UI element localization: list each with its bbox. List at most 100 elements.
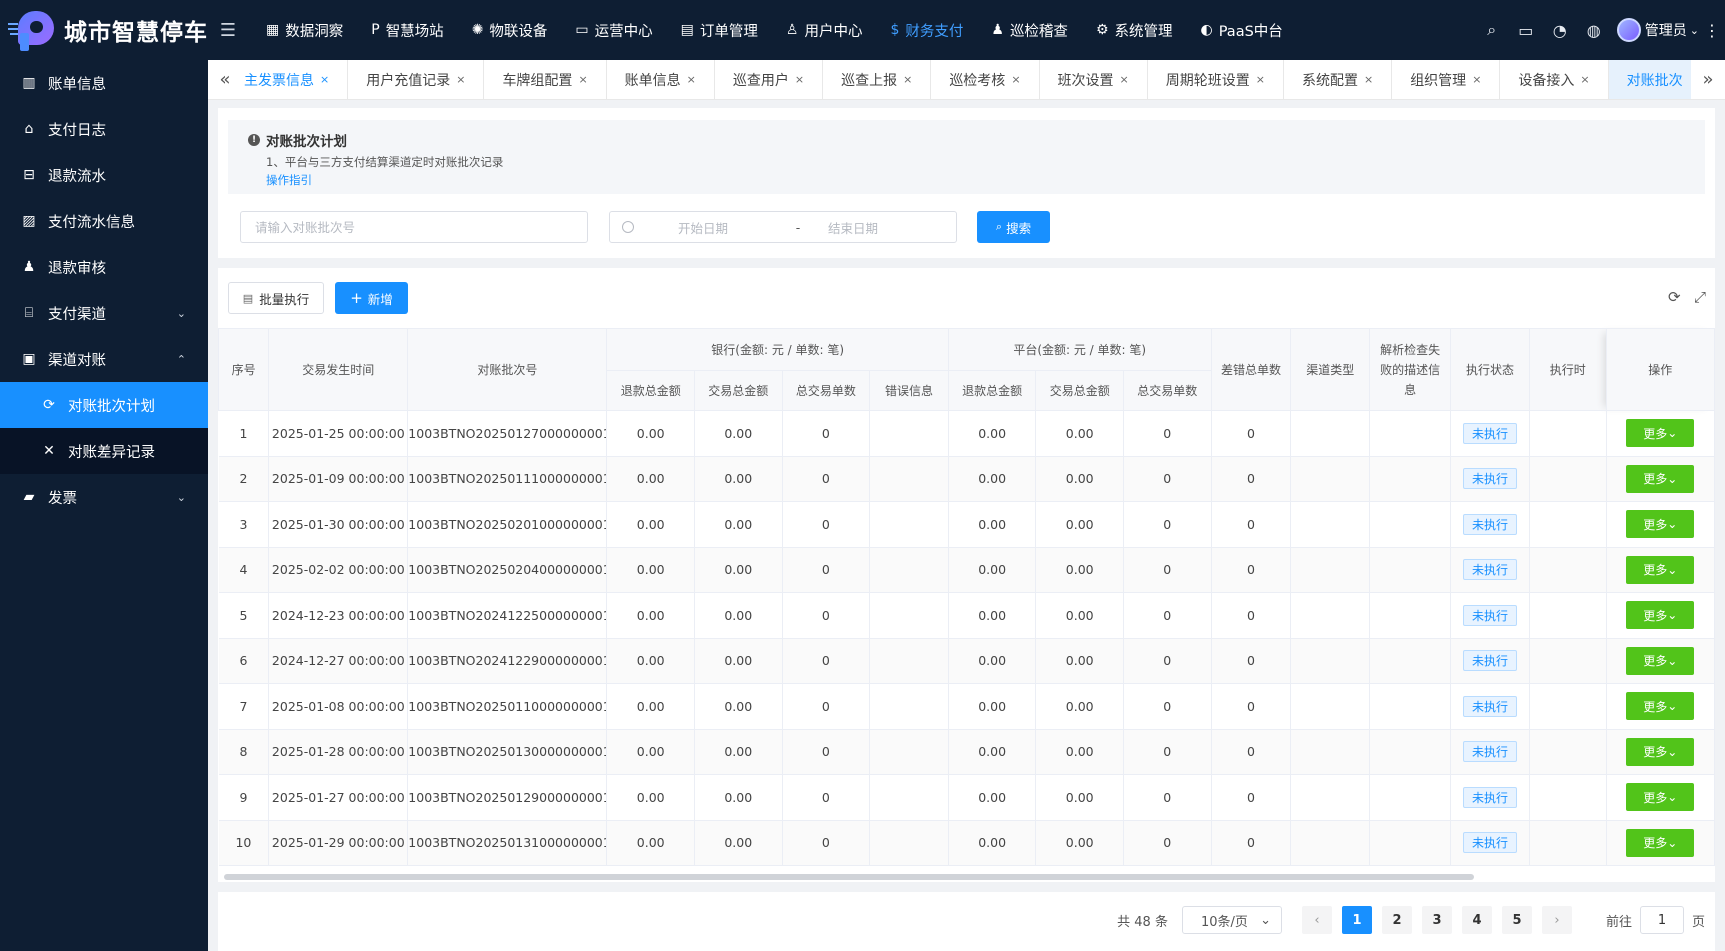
start-date-field[interactable]: 开始日期 — [678, 218, 778, 237]
sidebar-item[interactable]: ⌸ 支付渠道 ⌄ — [0, 290, 208, 336]
end-date-field[interactable]: 结束日期 — [828, 218, 928, 237]
top-nav-item[interactable]: ♟ 巡检稽查 — [977, 0, 1082, 60]
sidebar-subitem[interactable]: ✕ 对账差异记录 — [0, 428, 208, 474]
search-button[interactable]: ⌕ 搜索 — [977, 211, 1050, 243]
sidebar-item[interactable]: ♟ 退款审核 — [0, 244, 208, 290]
prev-page-button[interactable]: ‹ — [1301, 906, 1332, 934]
more-button[interactable]: 更多 ⌄ — [1626, 555, 1695, 584]
tab-item[interactable]: 用户充值记录 × — [348, 60, 485, 99]
close-icon[interactable]: × — [1580, 73, 1589, 86]
cell-op: 更多 ⌄ — [1606, 820, 1715, 866]
more-button[interactable]: 更多 ⌄ — [1626, 737, 1695, 766]
page-button[interactable]: 2 — [1381, 906, 1412, 934]
tab-item[interactable]: 对账批次 — [1608, 60, 1691, 99]
close-icon[interactable]: × — [456, 73, 465, 86]
close-icon[interactable]: × — [1364, 73, 1373, 86]
guide-link[interactable]: 操作指引 — [248, 172, 1685, 188]
message-icon[interactable]: ▭ — [1509, 21, 1543, 40]
menu-toggle-icon[interactable]: ☰ — [208, 20, 248, 41]
sidebar-item-invoice[interactable]: ▰ 发票 ⌄ — [0, 474, 208, 520]
top-nav-item[interactable]: ◐ PaaS中台 — [1187, 0, 1297, 60]
top-nav-item[interactable]: ♙ 用户中心 — [772, 0, 877, 60]
horizontal-scrollbar[interactable] — [224, 874, 1474, 880]
user-name[interactable]: 管理员 — [1645, 20, 1687, 40]
close-icon[interactable]: × — [1472, 73, 1481, 86]
more-button[interactable]: 更多 ⌄ — [1626, 419, 1695, 448]
globe-icon[interactable]: ◍ — [1577, 21, 1611, 40]
sidebar-item[interactable]: ▣ 渠道对账 ⌃ — [0, 336, 208, 382]
top-nav-item[interactable]: ▭ 运营中心 — [561, 0, 666, 60]
tab-item[interactable]: 班次设置 × — [1040, 60, 1148, 99]
sidebar-item-icon: ▨ — [22, 213, 36, 229]
more-button[interactable]: 更多 ⌄ — [1626, 783, 1695, 812]
cell-batch: 1003BTNO20250131000000001 — [407, 820, 608, 866]
close-icon[interactable]: × — [1256, 73, 1265, 86]
tab-item[interactable]: 车牌组配置 × — [484, 60, 607, 99]
more-button[interactable]: 更多 ⌄ — [1626, 692, 1695, 721]
refresh-icon[interactable]: ⟳ — [1668, 288, 1681, 306]
top-nav-item[interactable]: ▤ 订单管理 — [667, 0, 772, 60]
tab-item[interactable]: 设备接入 × — [1500, 60, 1609, 99]
avatar[interactable] — [1616, 18, 1641, 42]
add-button[interactable]: + 新增 — [335, 282, 408, 314]
top-nav-item[interactable]: ▦ 数据洞察 — [252, 0, 357, 60]
more-button[interactable]: 更多 ⌄ — [1626, 646, 1695, 675]
sidebar-item[interactable]: ▨ 支付流水信息 — [0, 198, 208, 244]
header-op: 操作 — [1605, 328, 1715, 411]
search-icon[interactable]: ⌕ — [1475, 20, 1509, 40]
more-button[interactable]: 更多 ⌄ — [1626, 510, 1695, 539]
cell-parse — [1369, 683, 1452, 730]
sidebar-item-icon: ⊟ — [23, 167, 35, 183]
tab-item[interactable]: 巡查用户 × — [715, 60, 824, 99]
page-button[interactable]: 4 — [1461, 906, 1492, 934]
tabs-scroll-left-icon[interactable]: « — [208, 60, 242, 99]
more-button[interactable]: 更多 ⌄ — [1626, 828, 1695, 857]
sidebar-item[interactable]: ⊟ 退款流水 — [0, 152, 208, 198]
header-diff: 差错总单数 — [1210, 328, 1292, 411]
more-button[interactable]: 更多 ⌄ — [1626, 601, 1695, 630]
top-nav-item[interactable]: ✺ 物联设备 — [458, 0, 562, 60]
batch-number-input[interactable] — [240, 211, 588, 243]
close-icon[interactable]: × — [1120, 73, 1129, 86]
page-button[interactable]: 5 — [1501, 906, 1532, 934]
close-icon[interactable]: × — [1011, 73, 1020, 86]
cell-b_trade: 0.00 — [694, 683, 783, 730]
page-button[interactable]: 3 — [1421, 906, 1452, 934]
tabs-scroll-right-icon[interactable]: » — [1691, 60, 1725, 99]
tab-item[interactable]: 账单信息 × — [607, 60, 715, 99]
top-nav-item[interactable]: P 智慧场站 — [357, 0, 457, 60]
tab-item[interactable]: 周期轮班设置 × — [1148, 60, 1284, 99]
more-vertical-icon[interactable]: ⋮ — [1699, 21, 1725, 40]
close-icon[interactable]: × — [687, 73, 696, 86]
tab-item[interactable]: 主发票信息 × — [242, 60, 349, 99]
tab-item[interactable]: 巡查上报 × — [823, 60, 932, 99]
brand[interactable]: 城市智慧停车 — [0, 0, 208, 60]
goto-page-input[interactable] — [1639, 906, 1684, 934]
chevron-down-icon[interactable]: ⌄ — [1690, 24, 1699, 37]
tab-item[interactable]: 组织管理 × — [1392, 60, 1501, 99]
next-page-button[interactable]: › — [1541, 906, 1572, 934]
fullscreen-icon[interactable]: ⤢ — [1694, 288, 1706, 306]
top-nav-item[interactable]: $ 财务支付 — [876, 0, 977, 60]
tab-item[interactable]: 系统配置 × — [1284, 60, 1393, 99]
close-icon[interactable]: × — [903, 73, 912, 86]
bell-icon[interactable]: ◔ — [1543, 21, 1577, 40]
cell-parse — [1369, 501, 1452, 548]
close-icon[interactable]: × — [795, 73, 804, 86]
sidebar-item[interactable]: ⌂ 支付日志 — [0, 106, 208, 152]
tab-item[interactable]: 巡检考核 × — [931, 60, 1040, 99]
cell-time: 2025-01-29 00:00:00 — [268, 820, 409, 866]
more-button[interactable]: 更多 ⌄ — [1626, 464, 1695, 493]
top-nav-item[interactable]: ⚙ 系统管理 — [1082, 0, 1187, 60]
date-separator: - — [795, 219, 801, 235]
batch-execute-button[interactable]: ▤ 批量执行 — [228, 282, 324, 314]
date-range-picker[interactable]: 开始日期 - 结束日期 — [609, 211, 957, 243]
status-badge: 未执行 — [1463, 695, 1518, 717]
sidebar-item[interactable]: ▥ 账单信息 — [0, 60, 208, 106]
close-icon[interactable]: × — [320, 73, 329, 86]
sidebar-subitem[interactable]: ⟳ 对账批次计划 — [0, 382, 208, 428]
page-button[interactable]: 1 — [1341, 906, 1372, 934]
close-icon[interactable]: × — [578, 73, 587, 86]
sidebar-item-label: 退款审核 — [48, 260, 106, 277]
page-size-select[interactable]: 10条/页 ⌄ — [1181, 906, 1282, 934]
